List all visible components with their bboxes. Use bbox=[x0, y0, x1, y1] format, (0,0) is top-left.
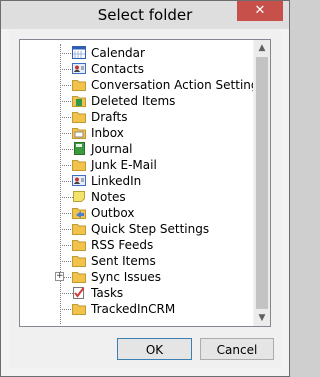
notes-icon bbox=[72, 190, 86, 203]
folder-item[interactable]: Deleted Items bbox=[20, 93, 253, 109]
folder-item[interactable]: Tasks bbox=[20, 285, 253, 301]
deleted-items-icon bbox=[72, 94, 86, 107]
folder-item-label: Drafts bbox=[91, 110, 128, 124]
folder-icon bbox=[72, 158, 86, 171]
folder-item-label: Junk E-Mail bbox=[91, 158, 157, 172]
folder-item[interactable]: LinkedIn bbox=[20, 173, 253, 189]
folder-item[interactable]: Outbox bbox=[20, 205, 253, 221]
folder-icon bbox=[72, 270, 86, 283]
folder-item[interactable]: + Sync Issues bbox=[20, 269, 253, 285]
tasks-icon bbox=[72, 286, 86, 299]
folder-item-label: Inbox bbox=[91, 126, 124, 140]
folder-item[interactable]: Inbox bbox=[20, 125, 253, 141]
folder-item-label: Calendar bbox=[91, 46, 145, 60]
journal-icon bbox=[72, 142, 86, 155]
inbox-icon bbox=[72, 126, 86, 139]
title-bar: Select folder ✕ bbox=[1, 1, 289, 29]
folder-icon bbox=[72, 254, 86, 267]
folder-item[interactable]: Sent Items bbox=[20, 253, 253, 269]
folder-item[interactable]: Drafts bbox=[20, 109, 253, 125]
folder-item[interactable]: RSS Feeds bbox=[20, 237, 253, 253]
scroll-down-button[interactable]: ▼ bbox=[254, 310, 270, 326]
calendar-icon bbox=[72, 46, 86, 59]
close-button[interactable]: ✕ bbox=[237, 1, 283, 21]
dialog-client-area: Calendar Contacts Conversation Action Sett… bbox=[9, 29, 281, 368]
folder-item[interactable]: Junk E-Mail bbox=[20, 157, 253, 173]
folder-item-label: Quick Step Settings bbox=[91, 222, 210, 236]
folder-item-label: Sent Items bbox=[91, 254, 156, 268]
select-folder-dialog: Select folder ✕ Calendar Contacts Conversa… bbox=[0, 0, 290, 377]
expand-icon[interactable]: + bbox=[55, 272, 64, 281]
folder-item-label: Tasks bbox=[91, 286, 124, 300]
folder-icon bbox=[72, 222, 86, 235]
folder-item[interactable]: Journal bbox=[20, 141, 253, 157]
folder-item[interactable]: Calendar bbox=[20, 45, 253, 61]
folder-item-label: TrackedInCRM bbox=[91, 302, 176, 316]
cancel-button[interactable]: Cancel bbox=[200, 338, 274, 360]
folder-item[interactable]: Quick Step Settings bbox=[20, 221, 253, 237]
vertical-scrollbar[interactable]: ▲ ▼ bbox=[253, 40, 270, 326]
folder-icon bbox=[72, 238, 86, 251]
scroll-up-button[interactable]: ▲ bbox=[254, 40, 270, 56]
folder-icon bbox=[72, 78, 86, 91]
folder-tree[interactable]: Calendar Contacts Conversation Action Sett… bbox=[19, 39, 271, 327]
folder-item-label: Deleted Items bbox=[91, 94, 176, 108]
outbox-icon bbox=[72, 206, 86, 219]
folder-item-label: RSS Feeds bbox=[91, 238, 154, 252]
folder-tree-list: Calendar Contacts Conversation Action Sett… bbox=[20, 40, 265, 326]
scroll-thumb[interactable] bbox=[256, 57, 268, 309]
folder-item-label: Journal bbox=[91, 142, 133, 156]
contacts-icon bbox=[72, 174, 86, 187]
folder-item-label: Sync Issues bbox=[91, 270, 162, 284]
folder-item-label: Contacts bbox=[91, 62, 144, 76]
contacts-icon bbox=[72, 62, 86, 75]
ok-button[interactable]: OK bbox=[117, 338, 192, 360]
folder-item[interactable]: Notes bbox=[20, 189, 253, 205]
folder-icon bbox=[72, 302, 86, 315]
folder-icon bbox=[72, 110, 86, 123]
folder-item-label: LinkedIn bbox=[91, 174, 142, 188]
folder-item-label: Notes bbox=[91, 190, 126, 204]
folder-item[interactable]: Conversation Action Settings bbox=[20, 77, 265, 93]
folder-item[interactable]: Contacts bbox=[20, 61, 253, 77]
folder-item[interactable]: TrackedInCRM bbox=[20, 301, 253, 317]
folder-item-label: Outbox bbox=[91, 206, 135, 220]
folder-item-label: Conversation Action Settings bbox=[91, 78, 265, 92]
